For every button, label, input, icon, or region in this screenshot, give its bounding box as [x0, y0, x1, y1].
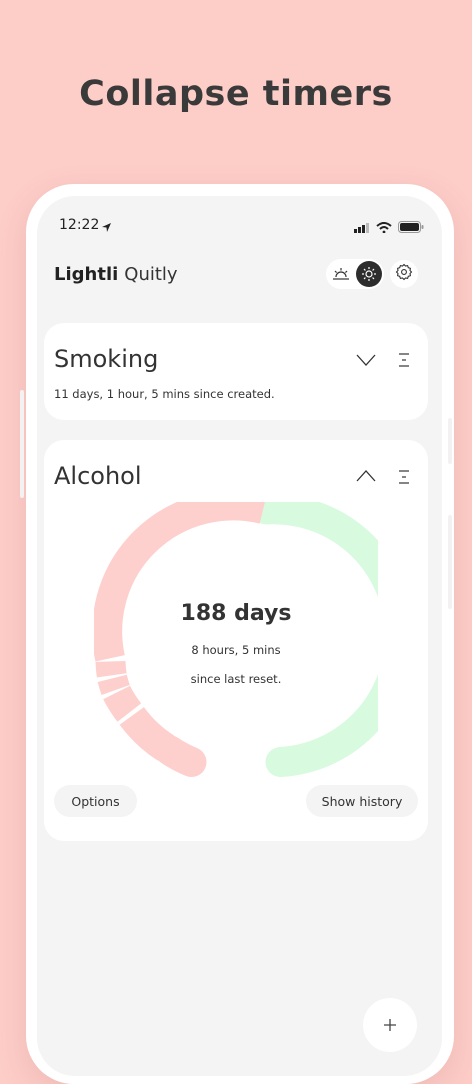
status-time: 12:22 [59, 217, 100, 233]
brand-bold: Lightli [54, 264, 119, 285]
phone-side-button [448, 515, 452, 609]
signal-icon [354, 218, 370, 237]
phone-side-button [448, 418, 452, 464]
ring-segment-pink-main [94, 502, 265, 662]
timer-card-smoking[interactable]: Smoking 11 days, 1 hour, 5 mins since cr… [44, 323, 428, 420]
add-timer-button[interactable] [363, 998, 417, 1052]
settings-button[interactable] [390, 260, 418, 288]
timer-card-alcohol[interactable]: Alcohol 188 days 8 hours, 5 mins since l… [44, 440, 428, 841]
brand-light: Quitly [124, 264, 178, 285]
timer-title: Smoking [54, 345, 159, 373]
theme-toggle[interactable] [326, 259, 384, 289]
gear-icon[interactable] [395, 263, 413, 285]
app-brand: Lightli Quitly [54, 264, 178, 285]
show-history-button[interactable]: Show history [306, 785, 418, 817]
detail-line: 8 hours, 5 mins [191, 643, 281, 657]
days-count: 188 days [180, 601, 292, 626]
menu-icon[interactable] [397, 353, 411, 367]
phone-side-button [20, 390, 24, 498]
ring-segment-pink [154, 735, 207, 777]
timer-subtitle: 11 days, 1 hour, 5 mins since created. [54, 387, 275, 401]
since-label: since last reset. [190, 672, 282, 686]
ring-segment-pink [103, 685, 142, 722]
battery-icon [398, 218, 424, 237]
status-icons [354, 218, 424, 237]
plus-icon[interactable] [383, 1013, 397, 1037]
options-button[interactable]: Options [54, 785, 137, 817]
status-bar: 12:22 [37, 214, 442, 238]
menu-icon[interactable] [397, 470, 411, 484]
location-arrow-icon [101, 218, 112, 237]
phone-screen: 12:22 Lightli Quitly Smoking 11 days, 1 … [37, 196, 442, 1076]
chevron-up-icon[interactable] [355, 469, 377, 483]
wifi-icon [376, 218, 392, 237]
headline: Collapse timers [79, 74, 393, 114]
sun-icon[interactable] [356, 261, 382, 287]
chevron-down-icon[interactable] [355, 353, 377, 367]
timer-title: Alcohol [54, 462, 142, 490]
ring-segment-green [251, 502, 378, 777]
sunrise-icon[interactable] [330, 263, 352, 285]
